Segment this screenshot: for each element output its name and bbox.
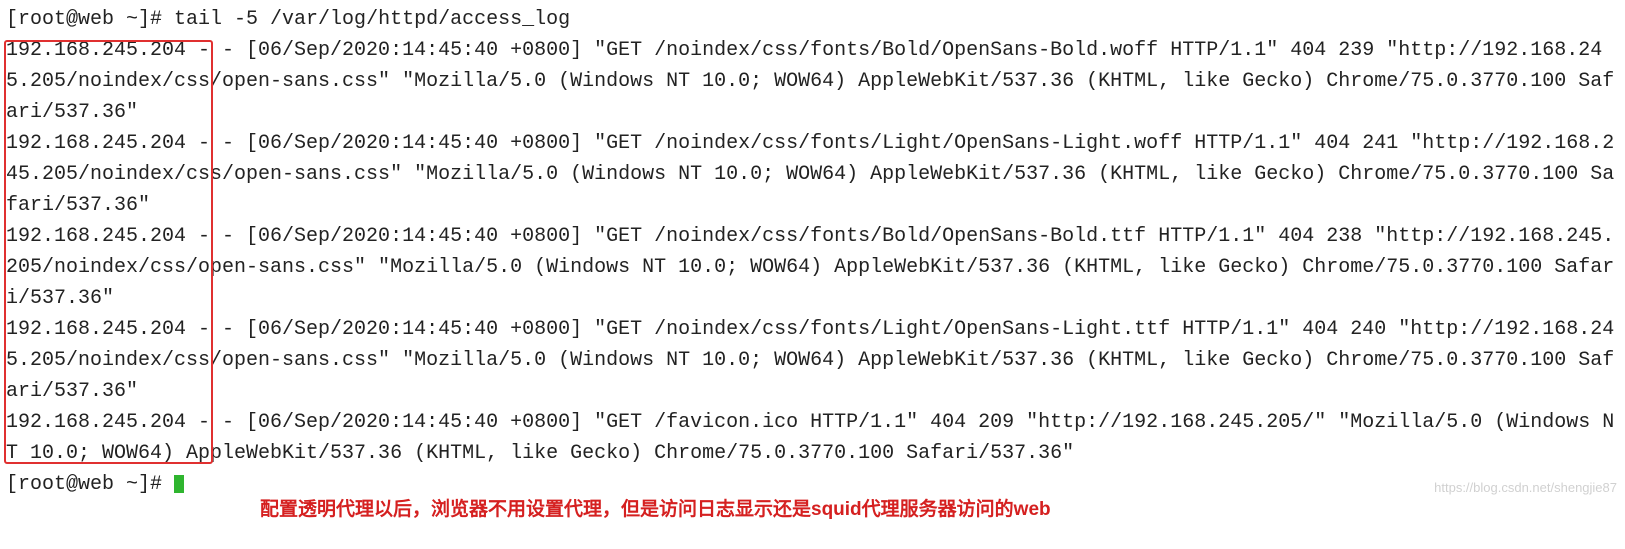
log-line: 192.168.245.204 - - [06/Sep/2020:14:45:4… <box>6 39 1614 124</box>
terminal-output[interactable]: [root@web ~]# tail -5 /var/log/httpd/acc… <box>6 4 1619 500</box>
log-line: 192.168.245.204 - - [06/Sep/2020:14:45:4… <box>6 318 1614 403</box>
log-line: 192.168.245.204 - - [06/Sep/2020:14:45:4… <box>6 411 1614 465</box>
log-line: 192.168.245.204 - - [06/Sep/2020:14:45:4… <box>6 132 1614 217</box>
cursor-icon <box>174 475 184 493</box>
shell-prompt: [root@web ~]# <box>6 8 174 31</box>
log-line: 192.168.245.204 - - [06/Sep/2020:14:45:4… <box>6 225 1614 310</box>
shell-command: tail -5 /var/log/httpd/access_log <box>174 8 570 31</box>
shell-prompt: [root@web ~]# <box>6 473 174 496</box>
